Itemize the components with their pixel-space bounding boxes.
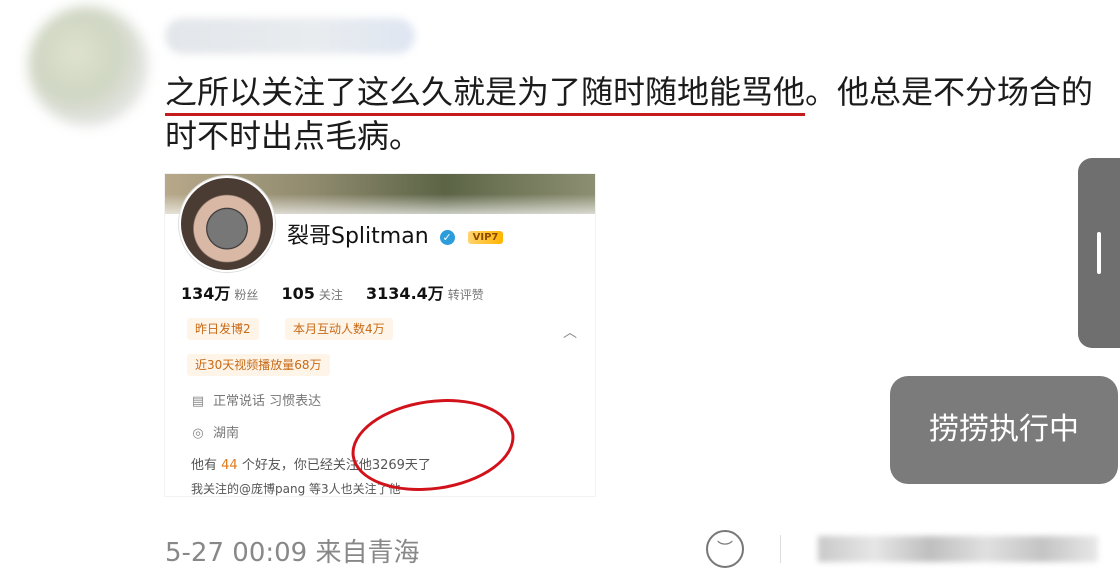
status-toast: 捞捞执行中 [890,376,1118,484]
info-line-bio: ▤ 正常说话 习惯表达 [191,394,322,409]
profile-stats: 134万 粉丝 105 关注 3134.4万 转评赞 [181,280,502,304]
profile-name-row: 裂哥Splitman ✓ VIP7 [287,218,504,250]
post-text: 之所以关注了这么久就是为了随时随地能骂他。他总是不分场合的时不时出点毛病。 [165,70,1095,158]
tag-video-plays: 近30天视频播放量68万 [187,354,330,376]
profile-avatar [179,176,275,272]
profile-name: 裂哥Splitman [287,224,429,249]
grip-icon [1097,232,1101,274]
commenter-avatar[interactable] [28,6,148,126]
friends-count: 44 [221,458,238,473]
info-line-ip: ◎ 湖南 [192,426,240,441]
stat-following-value: 105 [281,284,315,303]
footer-divider [780,535,781,563]
tag-monthly-interactions: 本月互动人数4万 [285,318,393,340]
verified-icon: ✓ [439,229,455,245]
footer-actions-blurred[interactable] [818,536,1098,562]
stat-fans-label: 粉丝 [234,288,259,302]
red-circle-annotation [345,389,521,496]
ip-icon: ◎ [192,426,204,441]
side-scroll-handle[interactable] [1078,158,1120,348]
sad-face-icon[interactable]: ︶ [706,530,744,568]
mutual-follow-line: 我关注的@庞博pang 等3人也关注了他 [191,482,401,496]
post-text-underlined: 之所以关注了这么久就是为了随时随地能骂他 [165,73,806,116]
post-time-location: 5-27 00:09 来自青海 [165,538,420,568]
vip-badge: VIP7 [467,230,504,244]
tag-posts-yesterday: 昨日发博2 [187,318,259,340]
document-icon: ▤ [191,394,205,409]
stat-interactions-label: 转评赞 [447,288,484,302]
commenter-name-blurred[interactable] [165,18,415,54]
collapse-chevron-icon: ︿ [563,325,577,341]
stat-fans-value: 134万 [181,284,231,303]
stat-interactions-value: 3134.4万 [366,284,444,303]
stat-following-label: 关注 [318,288,343,302]
embedded-profile-screenshot[interactable]: 裂哥Splitman ✓ VIP7 134万 粉丝 105 关注 3134.4万 转评… [165,174,595,496]
